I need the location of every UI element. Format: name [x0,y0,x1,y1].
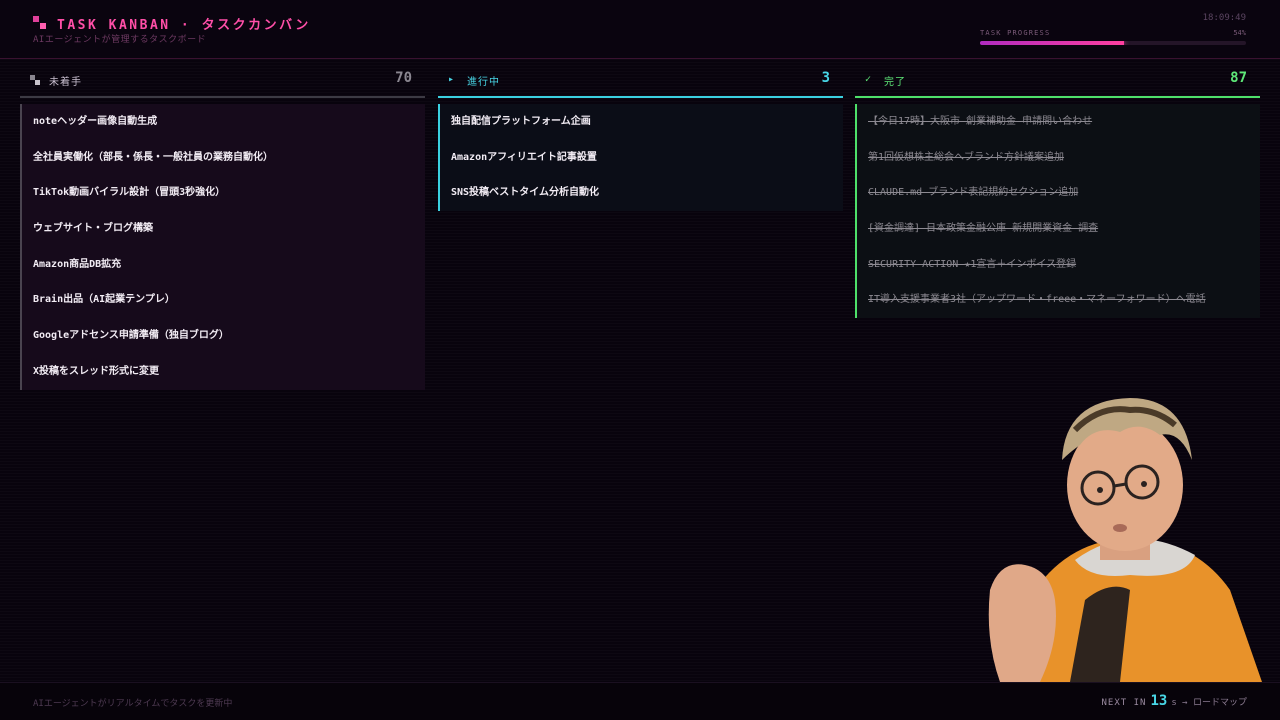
task-card[interactable]: Amazonアフィリエイト記事設置 [440,140,843,176]
page-title: TASK KANBAN · タスクカンバン [57,18,311,33]
next-countdown: NEXT IN 13 s → ロードマップ [1102,693,1247,709]
column-done: ✓ 完了 87 【今日17時】大阪市 創業補助金 申請問い合わせ 第1回仮想株主… [855,64,1260,319]
webcam-overlay [980,390,1262,682]
column-header-todo: 未着手 70 [20,64,425,98]
column-in-progress: ▸ 進行中 3 独自配信プラットフォーム企画 Amazonアフィリエイト記事設置… [438,64,843,212]
task-card[interactable]: 独自配信プラットフォーム企画 [440,104,843,140]
column-count: 70 [395,70,412,86]
column-title: 進行中 [467,77,500,88]
header: TASK KANBAN · タスクカンバン AIエージェントが管理するタスクボー… [0,0,1280,59]
task-card[interactable]: [資金調達] 日本政策金融公庫 新規開業資金 調査 [857,211,1260,247]
task-card[interactable]: 全社員実働化（部長・係長・一般社員の業務自動化） [22,140,425,176]
column-header-done: ✓ 完了 87 [855,64,1260,98]
check-icon: ✓ [865,74,872,85]
column-todo: 未着手 70 noteヘッダー画像自動生成 全社員実働化（部長・係長・一般社員の… [20,64,425,390]
card-list-todo: noteヘッダー画像自動生成 全社員実働化（部長・係長・一般社員の業務自動化） … [20,104,425,390]
squares-icon [30,75,40,85]
task-card[interactable]: Brain出品（AI起業テンプレ） [22,282,425,318]
kanban-logo-icon [33,16,47,30]
clock: 18:09:49 [1202,13,1246,23]
task-card[interactable]: 【今日17時】大阪市 創業補助金 申請問い合わせ [857,104,1260,140]
task-card[interactable]: noteヘッダー画像自動生成 [22,104,425,140]
column-title: 完了 [884,77,906,88]
task-card[interactable]: SNS投稿ベストタイム分析自動化 [440,175,843,211]
task-card[interactable]: CLAUDE.md ブランド表記規約セクション追加 [857,175,1260,211]
footer: AIエージェントがリアルタイムでタスクを更新中 NEXT IN 13 s → ロード… [0,682,1280,720]
task-card[interactable]: 第1回仮想株主総会へブランド方針議案追加 [857,140,1260,176]
countdown-seconds: 13 [1150,693,1168,709]
progress-percent: 54% [1233,29,1246,37]
progress-bar-fill [980,41,1124,45]
next-label: NEXT IN [1101,698,1147,708]
task-card[interactable]: X投稿をスレッド形式に変更 [22,354,425,390]
column-count: 3 [821,70,830,86]
card-list-done: 【今日17時】大阪市 創業補助金 申請問い合わせ 第1回仮想株主総会へブランド方… [855,104,1260,319]
task-card[interactable]: SECURITY ACTION ★1宣言＋インボイス登録 [857,247,1260,283]
progress-bar [980,41,1246,45]
page-subtitle: AIエージェントが管理するタスクボード [33,35,207,45]
task-card[interactable]: ウェブサイト・ブログ構築 [22,211,425,247]
task-card[interactable]: Amazon商品DB拡充 [22,247,425,283]
task-card[interactable]: IT導入支援事業者3社（アップワード・freee・マネーフォワード）へ電話 [857,282,1260,318]
next-destination: s → ロードマップ [1171,698,1247,708]
card-list-in-progress: 独自配信プラットフォーム企画 Amazonアフィリエイト記事設置 SNS投稿ベス… [438,104,843,212]
task-card[interactable]: TikTok動画バイラル設計（冒頭3秒強化） [22,175,425,211]
task-card[interactable]: Googleアドセンス申請準備（独自ブログ） [22,318,425,354]
progress-label: TASK PROGRESS [980,29,1051,37]
footer-status: AIエージェントがリアルタイムでタスクを更新中 [33,699,233,709]
presenter-image [988,398,1262,682]
column-header-in-progress: ▸ 進行中 3 [438,64,843,98]
column-count: 87 [1230,70,1247,86]
column-title: 未着手 [49,77,82,88]
play-icon: ▸ [448,74,455,85]
